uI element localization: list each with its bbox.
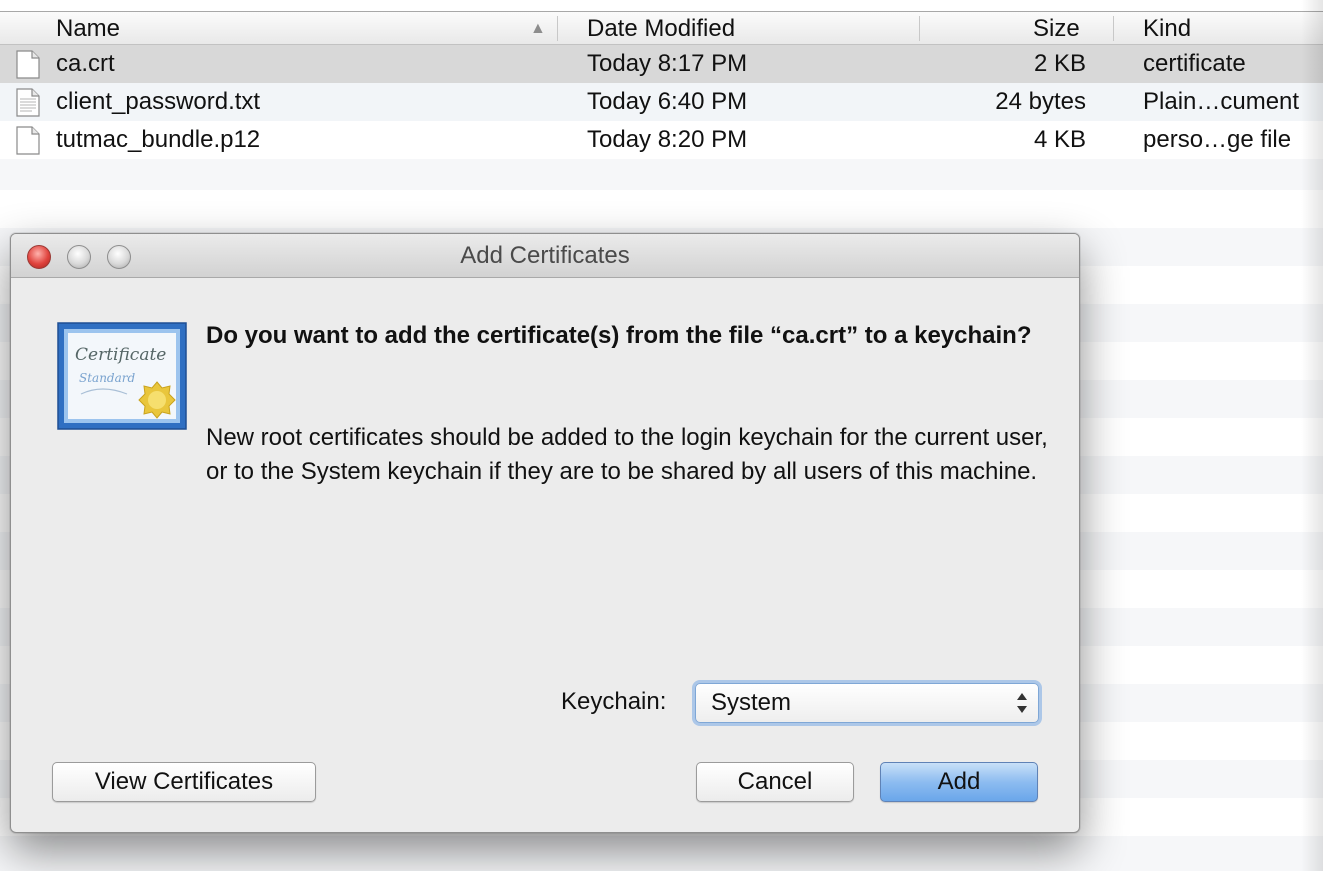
keychain-label: Keychain: [561,688,667,715]
up-down-arrows-icon [1017,693,1027,713]
column-divider[interactable] [919,16,920,41]
toolbar-edge [0,0,1323,12]
file-row[interactable]: client_password.txt Today 6:40 PM 24 byt… [0,83,1323,121]
add-button[interactable]: Add [880,762,1038,802]
svg-text:Standard: Standard [79,371,135,385]
file-name: ca.crt [56,50,115,77]
file-name: client_password.txt [56,88,261,115]
file-size: 24 bytes [995,88,1086,115]
file-size: 4 KB [1033,126,1086,153]
window-edge-shadow [1301,0,1323,871]
dialog-info-text: New root certificates should be added to… [206,424,1048,485]
column-header: Name ▲ Date Modified Size Kind [0,12,1323,45]
file-date: Today 8:20 PM [587,126,748,153]
certificate-icon-title: Certificate [75,345,166,365]
column-header-kind[interactable]: Kind [1143,12,1191,45]
document-icon [16,50,40,79]
file-kind: Plain…cument [1143,88,1300,115]
certificate-icon-subtitle: Standard [79,371,135,385]
text-document-icon [16,88,40,117]
dialog-titlebar[interactable]: Add Certificates [11,234,1079,278]
column-header-name[interactable]: Name [56,12,120,45]
sort-ascending-icon: ▲ [530,20,546,37]
add-certificates-dialog: Add Certificates Certificate Standard Do… [10,233,1080,833]
column-divider[interactable] [1113,16,1114,41]
document-icon [16,126,40,155]
column-header-date[interactable]: Date Modified [587,12,735,45]
file-row-selected[interactable]: ca.crt Today 8:17 PM 2 KB certificate [0,45,1323,83]
file-size: 2 KB [1033,50,1086,77]
cancel-button[interactable]: Cancel [696,762,854,802]
svg-text:Certificate: Certificate [75,345,166,365]
certificate-icon: Certificate Standard [57,322,187,430]
file-kind: certificate [1143,50,1246,77]
column-divider[interactable] [557,16,558,41]
file-kind: perso…ge file [1143,126,1292,153]
keychain-select[interactable]: System [695,683,1039,723]
dialog-question: Do you want to add the certificate(s) fr… [206,322,1032,349]
dialog-title: Add Certificates [460,242,630,269]
view-certificates-button[interactable]: View Certificates [52,762,316,802]
column-header-size[interactable]: Size [1033,12,1080,45]
file-row[interactable]: tutmac_bundle.p12 Today 8:20 PM 4 KB per… [0,121,1323,159]
file-name: tutmac_bundle.p12 [56,126,261,153]
file-date: Today 6:40 PM [587,88,748,115]
keychain-selected-value: System [711,689,792,716]
file-date: Today 8:17 PM [587,50,748,77]
